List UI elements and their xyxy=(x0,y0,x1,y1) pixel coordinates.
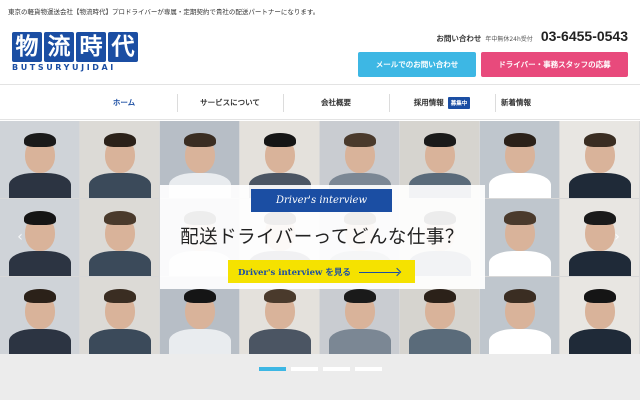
driver-photo xyxy=(480,277,559,354)
contact-label: お問い合わせ xyxy=(436,34,482,43)
driver-photo xyxy=(560,199,639,276)
top-bar: 東京の軽貨物運送会社【物流時代】プロドライバーが専属・定期契約で貴社の配送パート… xyxy=(0,0,640,22)
logo-mark: 物 流 時 代 xyxy=(12,32,140,62)
logo-char: 物 xyxy=(12,32,42,62)
driver-photo xyxy=(0,121,79,198)
site-logo[interactable]: 物 流 時 代 BUTSURYUJIDAI xyxy=(12,32,140,72)
slider-dot[interactable] xyxy=(259,367,286,371)
nav-item-label: 新着情報 xyxy=(501,98,531,107)
driver-photo xyxy=(0,277,79,354)
nav-item-label: 採用情報 xyxy=(413,98,444,107)
driver-photo xyxy=(80,121,159,198)
recruit-apply-button[interactable]: ドライバー・事務スタッフの応募 xyxy=(481,52,628,77)
slider-dot[interactable] xyxy=(291,367,318,371)
main-nav: ホーム サービスについて 会社概要 採用情報 募集中 新着情報 xyxy=(0,84,640,120)
phone-number[interactable]: 03-6455-0543 xyxy=(541,28,628,44)
chevron-left-icon[interactable]: ‹ xyxy=(10,222,30,252)
driver-photo xyxy=(480,121,559,198)
driver-photo xyxy=(80,277,159,354)
interview-cta-button[interactable]: Driver's interview を見る xyxy=(228,260,415,283)
slider-pager xyxy=(0,354,640,400)
chevron-right-icon[interactable]: › xyxy=(607,222,627,252)
contact-hours: 年中無休24h受付 xyxy=(485,36,533,43)
contact-info: お問い合わせ 年中無休24h受付 03-6455-0543 xyxy=(436,28,628,44)
nav-item-label: ホーム xyxy=(112,98,136,107)
mail-contact-button[interactable]: メールでのお問い合わせ xyxy=(358,52,476,77)
cta-label: Driver's interview を見る xyxy=(238,267,351,278)
nav-item-news[interactable]: 新着情報 xyxy=(463,85,569,120)
driver-photo xyxy=(480,199,559,276)
site-tagline: 東京の軽貨物運送会社【物流時代】プロドライバーが専属・定期契約で貴社の配送パート… xyxy=(8,8,320,16)
driver-photo xyxy=(560,121,639,198)
logo-char: 代 xyxy=(108,32,138,62)
slider-dot[interactable] xyxy=(355,367,382,371)
nav-item-label: サービスについて xyxy=(200,98,260,107)
site-header: 物 流 時 代 BUTSURYUJIDAI お問い合わせ 年中無休24h受付 0… xyxy=(0,22,640,80)
logo-subtitle: BUTSURYUJIDAI xyxy=(12,63,116,72)
nav-item-label: 会社概要 xyxy=(321,98,351,107)
logo-char: 時 xyxy=(76,32,106,62)
hero-slider: Driver's interview 配送ドライバーってどんな仕事？ Drive… xyxy=(0,121,640,354)
logo-char: 流 xyxy=(44,32,74,62)
slider-dot[interactable] xyxy=(323,367,350,371)
nav-item-company[interactable]: 会社概要 xyxy=(283,85,389,120)
nav-item-services[interactable]: サービスについて xyxy=(177,85,283,120)
driver-photo xyxy=(80,199,159,276)
hero-headline: 配送ドライバーってどんな仕事？ xyxy=(180,227,464,248)
nav-item-home[interactable]: ホーム xyxy=(71,85,177,120)
arrow-right-icon xyxy=(358,268,401,276)
driver-photo xyxy=(560,277,639,354)
interview-badge: Driver's interview xyxy=(251,189,392,212)
